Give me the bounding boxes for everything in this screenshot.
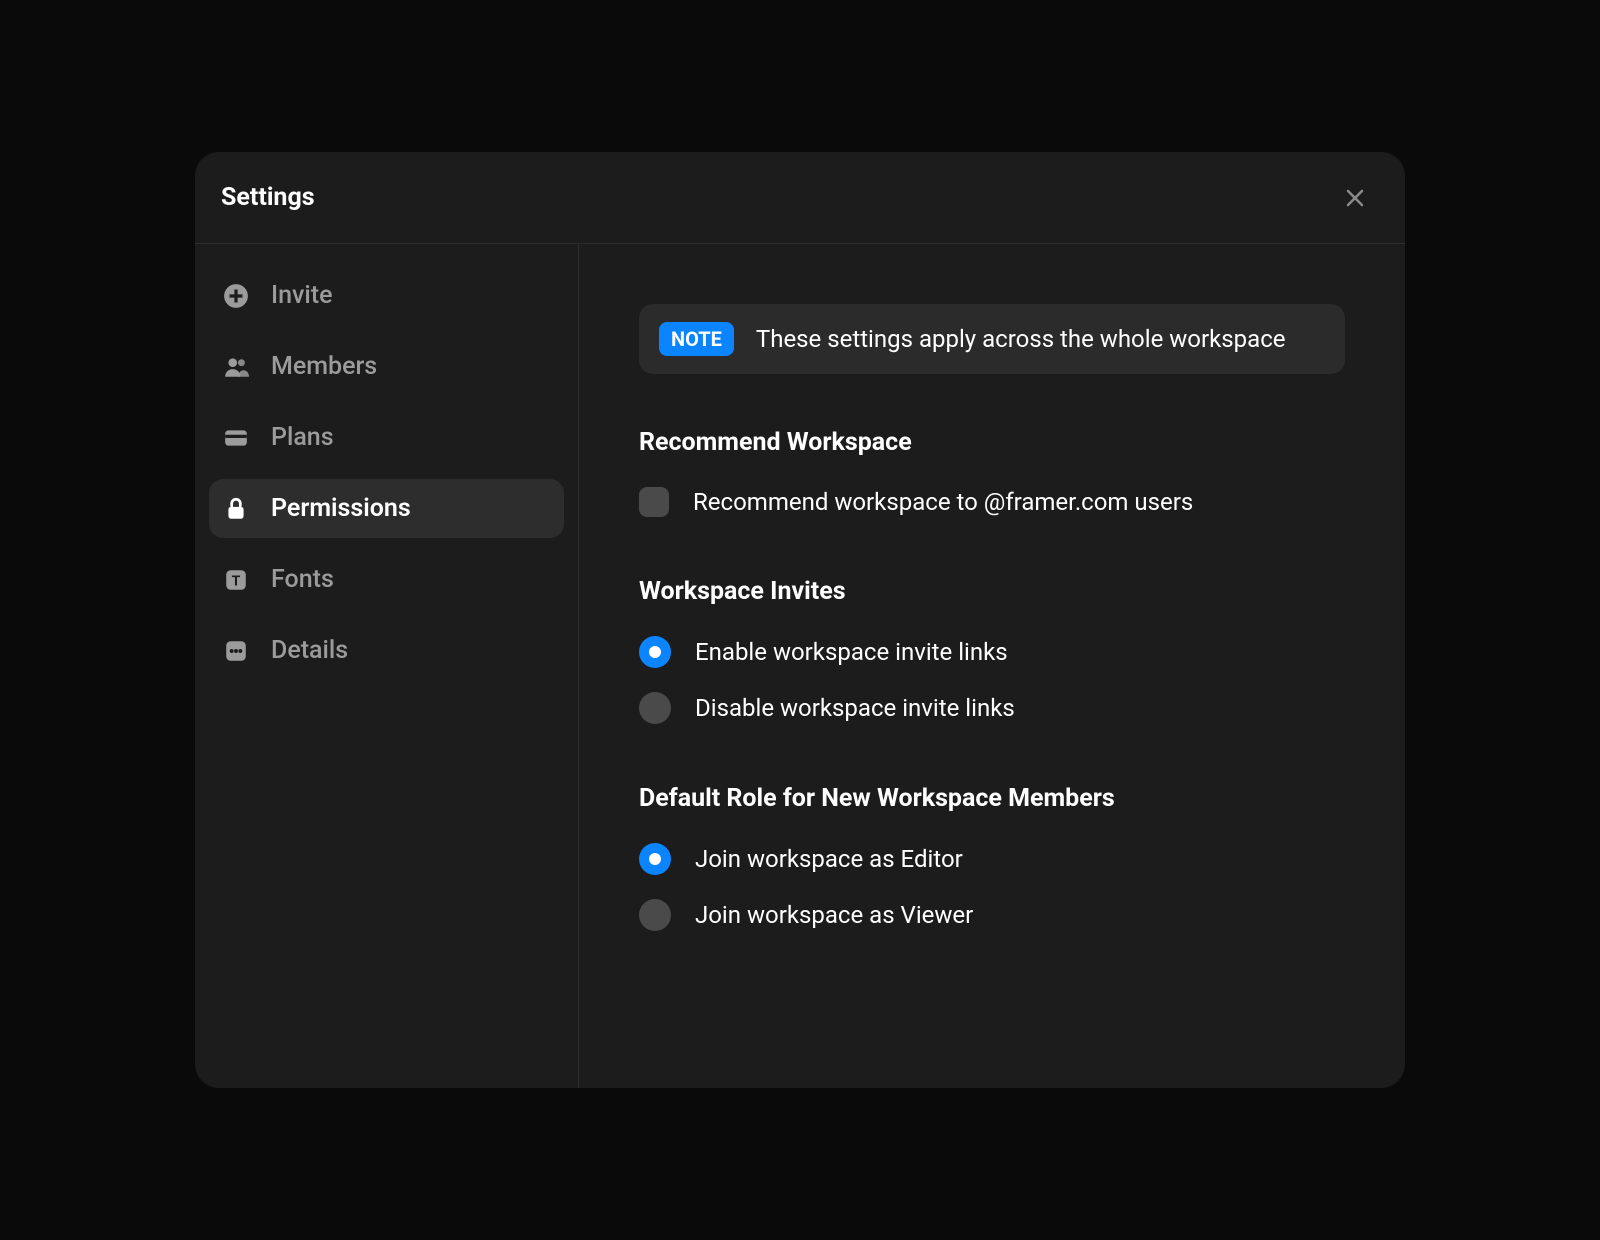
radio-icon xyxy=(639,899,671,931)
option-label: Disable workspace invite links xyxy=(695,694,1015,722)
sidebar-item-label: Permissions xyxy=(271,494,411,523)
sidebar-item-fonts[interactable]: T Fonts xyxy=(209,550,564,609)
option-label: Enable workspace invite links xyxy=(695,638,1008,666)
section-title: Default Role for New Workspace Members xyxy=(639,784,1345,813)
note-text: These settings apply across the whole wo… xyxy=(756,325,1286,353)
option-label: Recommend workspace to @framer.com users xyxy=(693,488,1193,516)
section-title: Recommend Workspace xyxy=(639,428,1345,457)
plus-circle-icon xyxy=(223,283,249,309)
option-label: Join workspace as Viewer xyxy=(695,901,973,929)
settings-sidebar: Invite Members Plans Permissions xyxy=(195,244,579,1088)
sidebar-item-details[interactable]: Details xyxy=(209,621,564,680)
radio-enable-invites[interactable]: Enable workspace invite links xyxy=(639,636,1345,668)
modal-body: Invite Members Plans Permissions xyxy=(195,244,1405,1088)
settings-content: NOTE These settings apply across the who… xyxy=(579,244,1405,1088)
card-icon xyxy=(223,425,249,451)
note-badge: NOTE xyxy=(659,322,734,356)
people-icon xyxy=(223,354,249,380)
section-title: Workspace Invites xyxy=(639,577,1345,606)
radio-disable-invites[interactable]: Disable workspace invite links xyxy=(639,692,1345,724)
section-recommend: Recommend Workspace Recommend workspace … xyxy=(639,428,1345,517)
checkbox-icon xyxy=(639,487,669,517)
radio-join-editor[interactable]: Join workspace as Editor xyxy=(639,843,1345,875)
sidebar-item-invite[interactable]: Invite xyxy=(209,266,564,325)
sidebar-item-label: Details xyxy=(271,636,348,665)
recommend-checkbox-row[interactable]: Recommend workspace to @framer.com users xyxy=(639,487,1345,517)
note-banner: NOTE These settings apply across the who… xyxy=(639,304,1345,374)
svg-text:T: T xyxy=(232,573,241,589)
radio-join-viewer[interactable]: Join workspace as Viewer xyxy=(639,899,1345,931)
sidebar-item-plans[interactable]: Plans xyxy=(209,408,564,467)
section-invites: Workspace Invites Enable workspace invit… xyxy=(639,577,1345,724)
radio-icon xyxy=(639,843,671,875)
sidebar-item-label: Members xyxy=(271,352,377,381)
font-icon: T xyxy=(223,567,249,593)
close-icon xyxy=(1345,188,1365,208)
settings-modal: Settings Invite Members xyxy=(195,152,1405,1088)
ellipsis-icon xyxy=(223,638,249,664)
modal-header: Settings xyxy=(195,152,1405,244)
modal-title: Settings xyxy=(221,183,315,212)
sidebar-item-label: Fonts xyxy=(271,565,334,594)
radio-icon xyxy=(639,692,671,724)
radio-icon xyxy=(639,636,671,668)
lock-icon xyxy=(223,496,249,522)
sidebar-item-label: Invite xyxy=(271,281,333,310)
option-label: Join workspace as Editor xyxy=(695,845,963,873)
sidebar-item-permissions[interactable]: Permissions xyxy=(209,479,564,538)
section-default-role: Default Role for New Workspace Members J… xyxy=(639,784,1345,931)
sidebar-item-label: Plans xyxy=(271,423,334,452)
sidebar-item-members[interactable]: Members xyxy=(209,337,564,396)
close-button[interactable] xyxy=(1339,182,1371,214)
